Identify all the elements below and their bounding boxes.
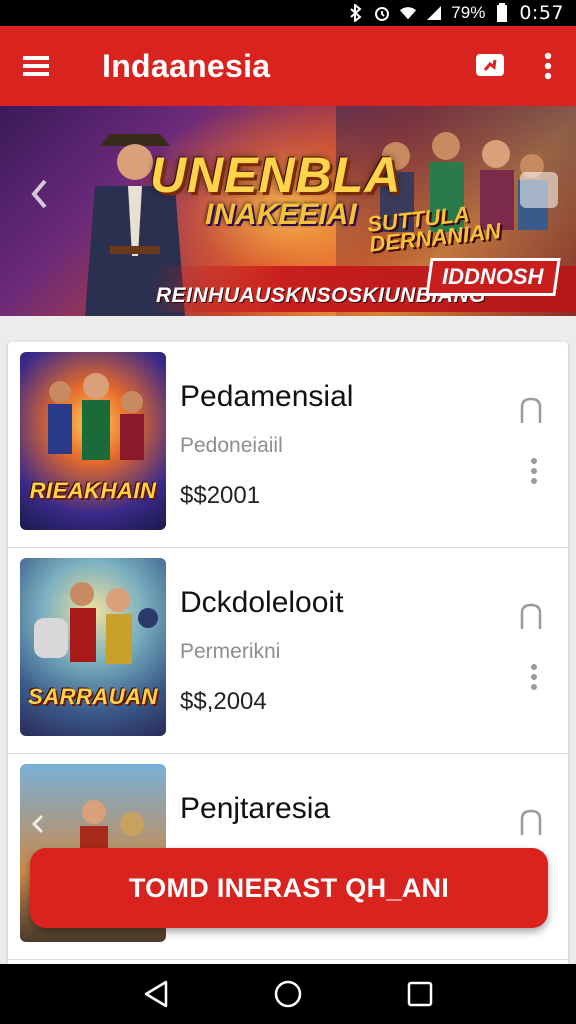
alarm-icon — [373, 4, 391, 22]
item-price: $$,2004 — [180, 688, 267, 715]
thumbnail-logo: RIEAKHAIN — [29, 478, 157, 503]
item-title: Pedamensial — [180, 380, 354, 413]
clock: 0:57 — [519, 2, 564, 24]
hamburger-menu-icon[interactable] — [0, 26, 72, 106]
banner-prev-icon[interactable] — [24, 174, 54, 214]
promo-banner[interactable]: UNENBLA INAKEEIAI SUTTULA DERNANIAN REIN… — [0, 106, 576, 316]
item-more-icon[interactable] — [524, 662, 544, 692]
home-icon[interactable] — [268, 974, 308, 1014]
item-title: Penjtaresia — [180, 792, 331, 825]
primary-action-button[interactable]: TOMD INERAST QH_ANI — [30, 848, 548, 928]
thumbnail-logo: SARRAUAN — [28, 684, 158, 709]
battery-percent: 79% — [451, 3, 486, 22]
back-icon[interactable] — [136, 974, 176, 1014]
banner-next-button[interactable] — [520, 172, 558, 208]
signal-icon — [425, 4, 443, 22]
wifi-icon — [399, 4, 417, 22]
app-bar: Indaanesia — [0, 26, 576, 106]
bookmark-icon[interactable] — [516, 600, 546, 634]
bluetooth-icon — [347, 4, 365, 22]
item-subtitle: Permerikni — [180, 640, 281, 663]
item-subtitle: Pedoneiaiil — [180, 434, 283, 457]
status-bar: 79% 0:57 — [0, 0, 576, 26]
banner-badge-label: IDDNOSH — [442, 264, 544, 289]
recents-icon[interactable] — [400, 974, 440, 1014]
list-item[interactable]: SARRAUAN Dckdolelooit Permerikni $$,2004 — [8, 548, 568, 754]
item-thumbnail: RIEAKHAIN — [20, 352, 166, 530]
system-nav-bar — [0, 964, 576, 1024]
app-title: Indaanesia — [102, 47, 271, 84]
banner-title: UNENBLA — [150, 147, 402, 203]
item-more-icon[interactable] — [524, 456, 544, 486]
item-thumbnail: SARRAUAN — [20, 558, 166, 736]
bookmark-icon[interactable] — [516, 394, 546, 428]
chat-icon[interactable] — [460, 26, 520, 106]
battery-icon — [493, 3, 511, 22]
list-item[interactable]: RIEAKHAIN Pedamensial Pedoneiaiil $$2001 — [8, 342, 568, 548]
item-title: Dckdolelooit — [180, 586, 344, 619]
primary-action-label: TOMD INERAST QH_ANI — [128, 872, 450, 903]
banner-title-secondary: INAKEEIAI — [205, 198, 357, 231]
banner-badge: IDDNOSH — [425, 258, 561, 296]
item-price: $$2001 — [180, 482, 261, 509]
more-vertical-icon[interactable] — [520, 26, 576, 106]
bookmark-icon[interactable] — [516, 806, 546, 840]
